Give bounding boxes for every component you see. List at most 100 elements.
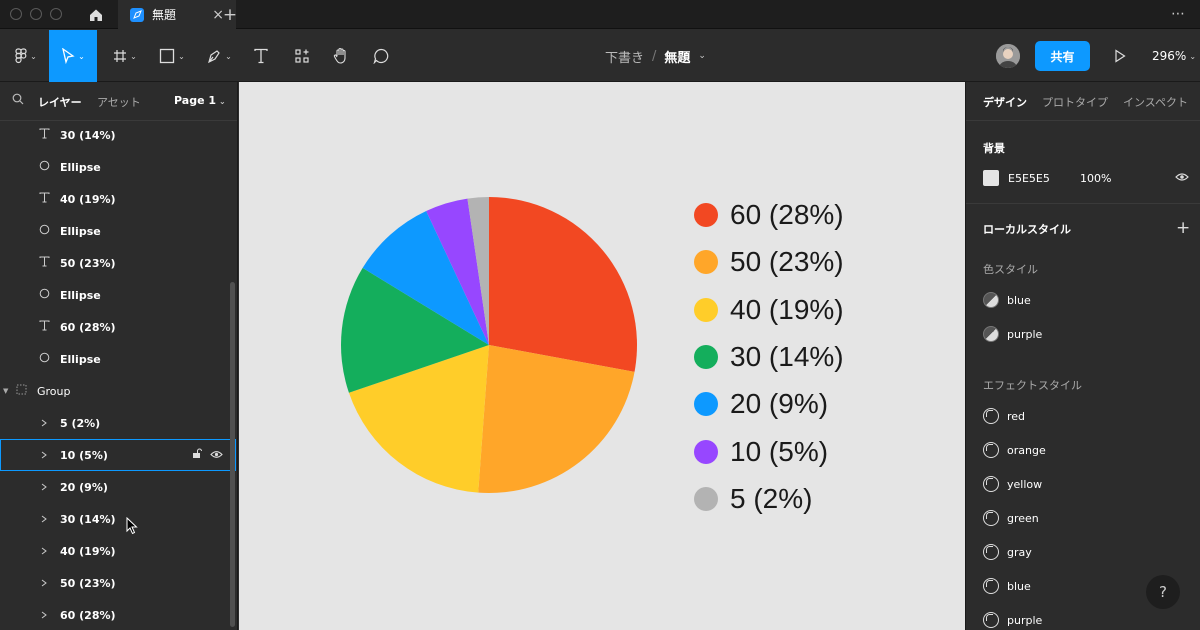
layer-item[interactable]: Ellipse [0,279,236,311]
tab-layers[interactable]: レイヤー [38,94,82,110]
pen-icon [208,50,220,64]
effect-style-item[interactable]: purple [983,610,1042,630]
divider [966,203,1200,204]
help-button[interactable]: ? [1146,575,1180,609]
shape-tool-button[interactable]: ⌄ [152,30,192,82]
chevron-down-icon[interactable]: ⌄ [698,51,706,61]
resources-tool-button[interactable] [287,30,317,82]
window-minimize-control[interactable] [30,8,42,20]
effect-style-item[interactable]: green [983,508,1039,528]
comment-tool-button[interactable] [366,30,396,82]
pie-chart[interactable] [239,82,965,630]
main-menu-button[interactable]: ⌄ [6,30,46,82]
present-button[interactable] [1110,44,1130,68]
page-selector[interactable]: Page 1 ⌄ [174,94,226,107]
background-opacity-value[interactable]: 100% [1080,172,1111,185]
legend-item[interactable]: 5 (2%) [694,479,812,519]
frame-tool-button[interactable]: ⌄ [105,30,145,82]
layer-item[interactable]: 60 (28%) [0,311,236,343]
text-tool-button[interactable] [246,30,276,82]
new-tab-button[interactable]: + [220,0,240,29]
layer-item[interactable]: 10 (5%) [0,439,236,471]
chevron-down-icon: ⌄ [1189,51,1197,61]
eye-icon[interactable] [210,449,223,462]
style-name: blue [1007,579,1031,593]
layer-item[interactable]: 60 (28%) [0,599,236,630]
zoom-control[interactable]: 296% ⌄ [1152,30,1196,82]
more-icon[interactable]: ⋯ [1171,6,1186,22]
chevron-down-icon: ⌄ [130,51,137,61]
color-style-item[interactable]: blue [983,290,1031,310]
tab-prototype[interactable]: プロトタイプ [1042,94,1108,110]
style-name: gray [1007,545,1032,559]
text-icon [38,192,50,206]
cursor-arrow-icon [62,48,75,64]
avatar[interactable] [996,44,1020,68]
effect-style-item[interactable]: yellow [983,474,1042,494]
layer-name: 50 (23%) [60,576,116,590]
tab-assets[interactable]: アセット [97,94,141,110]
layer-item[interactable]: 20 (9%) [0,471,236,503]
background-hex-value[interactable]: E5E5E5 [1008,172,1050,185]
legend-item[interactable]: 30 (14%) [694,337,844,377]
legend-item[interactable]: 50 (23%) [694,242,844,282]
effect-style-item[interactable]: orange [983,440,1046,460]
effect-style-item[interactable]: gray [983,542,1032,562]
layer-group[interactable]: ▼ Group [0,375,236,407]
rectangle-icon [159,48,175,64]
legend-item[interactable]: 20 (9%) [694,384,828,424]
window-close-control[interactable] [10,8,22,20]
add-style-button[interactable]: + [1176,218,1190,238]
layer-item[interactable]: 40 (19%) [0,183,236,215]
legend-dot [694,203,718,227]
expand-caret-icon[interactable]: ▼ [3,387,8,395]
layer-item[interactable]: 30 (14%) [0,119,236,151]
play-icon [1115,49,1126,63]
layer-item[interactable]: 40 (19%) [0,535,236,567]
slice-icon [38,577,50,590]
layer-item[interactable]: 50 (23%) [0,247,236,279]
file-tab[interactable]: 無題 × [118,0,236,29]
window-maximize-control[interactable] [50,8,62,20]
file-icon [130,7,144,22]
layer-item[interactable]: Ellipse [0,343,236,375]
tab-inspect[interactable]: インスペクト [1123,94,1188,110]
layer-item[interactable]: 50 (23%) [0,567,236,599]
eye-icon[interactable] [1175,172,1189,182]
background-color-swatch[interactable] [983,170,999,186]
legend-item[interactable]: 40 (19%) [694,290,844,330]
design-canvas[interactable]: 60 (28%) 50 (23%) 40 (19%) 30 (14%) 20 (9%) 1… [239,82,965,630]
effect-style-item[interactable]: red [983,406,1025,426]
share-button[interactable]: 共有 [1035,41,1090,71]
layer-item[interactable]: Ellipse [0,151,236,183]
drop-shadow-icon [983,578,999,594]
search-icon[interactable] [12,93,24,105]
unlock-icon[interactable] [192,448,202,462]
layers-scrollbar[interactable] [230,282,235,627]
text-icon [38,320,50,334]
tab-design[interactable]: デザイン [983,94,1027,110]
file-name[interactable]: 無題 [664,47,690,66]
hand-tool-button[interactable] [326,30,356,82]
drafts-link[interactable]: 下書き [605,47,644,66]
pen-tool-button[interactable]: ⌄ [198,30,240,82]
layer-name: 50 (23%) [60,256,116,270]
layer-item[interactable]: Ellipse [0,215,236,247]
move-tool-button[interactable]: ⌄ [49,30,97,82]
legend-label: 40 (19%) [730,293,844,325]
chevron-down-icon: ⌄ [225,51,232,61]
chevron-down-icon: ⌄ [178,51,185,61]
effect-style-item[interactable]: blue [983,576,1031,596]
layer-item[interactable]: 30 (14%) [0,503,236,535]
legend-item[interactable]: 10 (5%) [694,432,828,472]
color-style-item[interactable]: purple [983,324,1042,344]
frame-icon [114,50,127,62]
home-button[interactable] [78,0,114,29]
layer-item[interactable]: 5 (2%) [0,407,236,439]
legend-item[interactable]: 60 (28%) [694,195,844,235]
pie-slice[interactable] [489,197,637,372]
layer-name: 30 (14%) [60,512,116,526]
chevron-down-icon: ⌄ [78,51,85,61]
slice-icon [38,513,50,526]
layer-name: Ellipse [60,352,101,366]
